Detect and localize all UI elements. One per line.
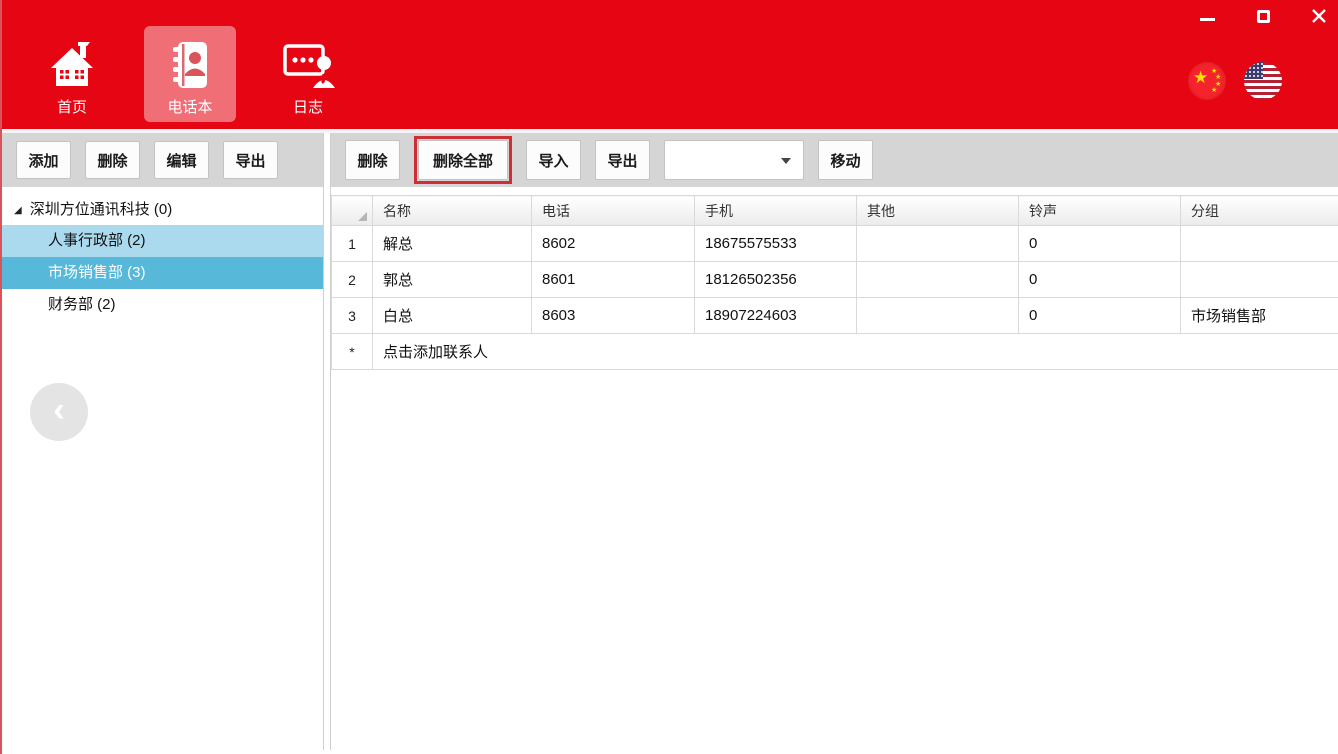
home-icon	[47, 36, 97, 94]
cell-other[interactable]	[857, 262, 1019, 298]
tab-log[interactable]: 日志	[262, 26, 354, 122]
contact-move-button[interactable]: 移动	[818, 140, 873, 180]
tab-phonebook[interactable]: 电话本	[144, 26, 236, 122]
sidebar-toolbar: 添加 删除 编辑 导出	[2, 133, 323, 187]
tab-home-label: 首页	[57, 96, 87, 117]
col-header-ring[interactable]: 铃声	[1019, 196, 1181, 226]
phonebook-icon	[165, 36, 215, 94]
cell-ring[interactable]: 0	[1019, 226, 1181, 262]
contacts-grid: 名称 电话 手机 其他 铃声 分组 1 解总 8602	[331, 195, 1338, 370]
group-export-button[interactable]: 导出	[223, 141, 278, 179]
contact-row[interactable]: 1 解总 8602 18675575533 0	[332, 226, 1338, 262]
contact-row[interactable]: 3 白总 8603 18907224603 0 市场销售部	[332, 298, 1338, 334]
panel-splitter[interactable]	[323, 133, 331, 750]
tree-expander-icon[interactable]: ◢	[14, 205, 22, 216]
minimize-icon	[1200, 18, 1215, 21]
cell-ring[interactable]: 0	[1019, 262, 1181, 298]
row-number[interactable]: 3	[332, 298, 373, 334]
content-area: 添加 删除 编辑 导出 ◢ 深圳方位通讯科技 (0) 人事行政部 (2) 市场销售…	[2, 133, 1338, 750]
move-target-group-select[interactable]	[664, 140, 804, 180]
col-header-group[interactable]: 分组	[1181, 196, 1338, 226]
group-add-button[interactable]: 添加	[16, 141, 71, 179]
cell-name[interactable]: 白总	[373, 298, 532, 334]
tree-node-hr-dept[interactable]: 人事行政部 (2)	[2, 225, 323, 257]
cell-ring[interactable]: 0	[1019, 298, 1181, 334]
english-flag-icon[interactable]	[1244, 62, 1282, 100]
chevron-left-icon: ‹	[53, 391, 64, 430]
row-number[interactable]: 2	[332, 262, 373, 298]
cell-other[interactable]	[857, 298, 1019, 334]
col-header-mobile[interactable]: 手机	[695, 196, 857, 226]
cell-mobile[interactable]: 18675575533	[695, 226, 857, 262]
tab-home[interactable]: 首页	[26, 26, 118, 122]
select-all-corner[interactable]	[332, 196, 373, 226]
add-contact-hint[interactable]: 点击添加联系人	[373, 334, 1338, 370]
contact-export-button[interactable]: 导出	[595, 140, 650, 180]
maximize-button[interactable]	[1252, 6, 1274, 26]
tab-log-label: 日志	[293, 96, 323, 117]
col-header-phone[interactable]: 电话	[532, 196, 695, 226]
close-button[interactable]	[1308, 6, 1330, 26]
col-header-name[interactable]: 名称	[373, 196, 532, 226]
contacts-toolbar: 删除 删除全部 导入 导出 移动	[331, 133, 1338, 187]
chevron-down-icon	[781, 158, 791, 164]
title-header: 首页 电话本	[2, 0, 1338, 133]
corner-triangle-icon	[358, 212, 367, 221]
tab-phonebook-label: 电话本	[167, 96, 212, 117]
maximize-icon	[1257, 10, 1270, 23]
window-controls	[1196, 6, 1330, 26]
new-row-star: *	[332, 334, 373, 370]
contacts-panel: 删除 删除全部 导入 导出 移动	[331, 133, 1338, 750]
group-edit-button[interactable]: 编辑	[154, 141, 209, 179]
new-contact-row[interactable]: * 点击添加联系人	[332, 334, 1338, 370]
cell-phone[interactable]: 8601	[532, 262, 695, 298]
contact-row[interactable]: 2 郭总 8601 18126502356 0	[332, 262, 1338, 298]
tree-node-sales-dept[interactable]: 市场销售部 (3)	[2, 257, 323, 289]
tree-node-company-label: 深圳方位通讯科技 (0)	[30, 201, 173, 218]
cell-mobile[interactable]: 18126502356	[695, 262, 857, 298]
cell-group[interactable]	[1181, 262, 1338, 298]
contact-delete-all-button[interactable]: 删除全部	[418, 140, 508, 180]
cell-phone[interactable]: 8602	[532, 226, 695, 262]
language-switcher: ★ ★ ★ ★ ★	[1188, 62, 1282, 100]
collapse-sidebar-button[interactable]: ‹	[30, 383, 88, 441]
cell-group[interactable]	[1181, 226, 1338, 262]
department-tree: ◢ 深圳方位通讯科技 (0) 人事行政部 (2) 市场销售部 (3) 财务部 (2…	[2, 187, 323, 321]
contact-import-button[interactable]: 导入	[526, 140, 581, 180]
minimize-button[interactable]	[1196, 6, 1218, 26]
cell-mobile[interactable]: 18907224603	[695, 298, 857, 334]
chinese-flag-icon[interactable]: ★ ★ ★ ★ ★	[1188, 62, 1226, 100]
main-nav: 首页 电话本	[26, 26, 354, 122]
log-icon	[280, 36, 336, 94]
cell-group[interactable]: 市场销售部	[1181, 298, 1338, 334]
tree-node-finance-dept[interactable]: 财务部 (2)	[2, 289, 323, 321]
row-number[interactable]: 1	[332, 226, 373, 262]
group-sidebar: 添加 删除 编辑 导出 ◢ 深圳方位通讯科技 (0) 人事行政部 (2) 市场销售…	[2, 133, 323, 750]
cell-other[interactable]	[857, 226, 1019, 262]
cell-name[interactable]: 郭总	[373, 262, 532, 298]
col-header-other[interactable]: 其他	[857, 196, 1019, 226]
annotation-highlight-box: 删除全部	[414, 136, 512, 184]
app-window: 首页 电话本	[0, 0, 1338, 754]
close-icon	[1311, 8, 1327, 24]
cell-phone[interactable]: 8603	[532, 298, 695, 334]
tree-node-company[interactable]: ◢ 深圳方位通讯科技 (0)	[2, 195, 323, 225]
grid-header-row: 名称 电话 手机 其他 铃声 分组	[332, 196, 1338, 226]
contact-delete-button[interactable]: 删除	[345, 140, 400, 180]
cell-name[interactable]: 解总	[373, 226, 532, 262]
group-delete-button[interactable]: 删除	[85, 141, 140, 179]
